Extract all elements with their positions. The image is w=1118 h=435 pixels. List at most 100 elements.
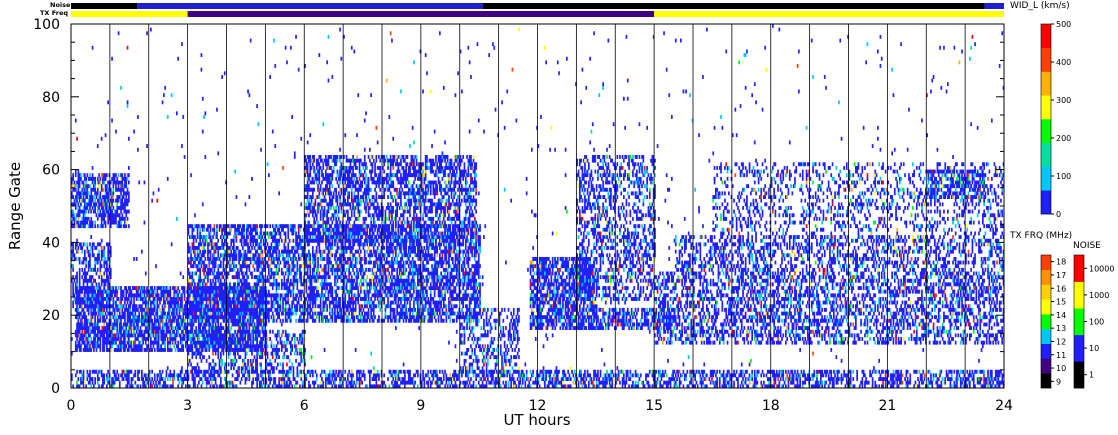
scatter-point [76, 304, 78, 309]
scatter-point [367, 246, 370, 250]
scatter-point [354, 304, 357, 309]
scatter-point [369, 257, 371, 261]
scatter-point [216, 235, 218, 239]
scatter-point [279, 297, 282, 301]
scatter-point [353, 253, 356, 258]
scatter-point [98, 326, 100, 330]
scatter-point [90, 216, 93, 221]
scatter-point [220, 260, 222, 265]
scatter-point [163, 307, 165, 312]
scatter-point [270, 315, 273, 320]
scatter-point [81, 275, 84, 280]
scatter-point [190, 311, 192, 316]
scatter-point [334, 311, 336, 316]
scatter-point [153, 286, 156, 290]
scatter-point [340, 311, 343, 316]
scatter-point [288, 253, 291, 258]
scatter-point [112, 206, 115, 210]
scatter-point [139, 340, 142, 345]
scatter-point [195, 271, 198, 276]
scatter-point [220, 224, 222, 229]
scatter-point [86, 271, 89, 276]
scatter-point [314, 257, 317, 261]
scatter-point [203, 333, 205, 338]
scatter-point [152, 333, 155, 338]
scatter-point [141, 348, 143, 352]
scatter-point [235, 235, 238, 239]
scatter-point [103, 286, 106, 290]
scatter-point [331, 289, 334, 294]
scatter-point [117, 304, 120, 309]
scatter-point [194, 282, 196, 287]
scatter-point [89, 242, 91, 247]
scatter-point [245, 348, 248, 352]
scatter-point [164, 337, 166, 341]
scatter-point [327, 253, 330, 258]
scatter-point [152, 311, 155, 316]
scatter-point [360, 238, 362, 243]
scatter-point [93, 286, 95, 290]
scatter-point [356, 257, 358, 261]
scatter-point [236, 246, 239, 250]
scatter-point [178, 289, 181, 294]
scatter-point [229, 315, 231, 320]
scatter-point [372, 307, 375, 312]
scatter-point [288, 304, 291, 309]
scatter-point [176, 333, 178, 338]
scatter-point [89, 260, 91, 265]
scatter-point [103, 264, 106, 269]
scatter-point [182, 344, 185, 349]
scatter-point [358, 282, 361, 287]
scatter-point [106, 202, 108, 207]
scatter-point [251, 231, 253, 236]
scatter-point [207, 227, 209, 232]
scatter-point [196, 227, 199, 232]
scatter-point [74, 187, 77, 192]
scatter-point [141, 304, 143, 309]
scatter-point [177, 286, 179, 290]
scatter-point [229, 260, 231, 265]
scatter-point [217, 304, 220, 309]
scatter-point [242, 315, 244, 320]
scatter-point [255, 253, 257, 258]
scatter-point [196, 315, 199, 320]
scatter-point [360, 231, 362, 236]
scatter-point [236, 278, 239, 283]
scatter-point [277, 271, 279, 276]
scatter-point [222, 246, 225, 250]
scatter-point [141, 311, 143, 316]
scatter-point [74, 206, 77, 210]
scatter-point [287, 227, 290, 232]
scatter-point [81, 318, 84, 323]
scatter-point [238, 227, 240, 232]
scatter-point [258, 253, 261, 258]
scatter-point [102, 311, 104, 316]
scatter-point [337, 246, 340, 250]
scatter-point [367, 315, 370, 320]
scatter-point [183, 289, 186, 294]
scatter-point [269, 249, 271, 254]
scatter-point [81, 329, 84, 334]
scatter-point [72, 176, 74, 181]
scatter-point [100, 304, 103, 309]
scatter-point [278, 264, 280, 269]
scatter-point [80, 173, 82, 178]
scatter-point [369, 289, 371, 294]
scatter-point [115, 315, 117, 320]
scatter-point [287, 275, 290, 280]
scatter-point [72, 195, 74, 199]
scatter-point [248, 329, 251, 334]
scatter-point [360, 278, 362, 283]
scatter-point [279, 260, 282, 265]
scatter-point [244, 286, 247, 290]
scatter-point [248, 326, 251, 330]
scatter-point [81, 267, 84, 272]
scatter-point [104, 213, 107, 218]
scatter-point [163, 326, 165, 330]
scatter-point [125, 304, 128, 309]
scatter-point [107, 253, 109, 258]
scatter-point [107, 275, 109, 280]
scatter-point [238, 271, 240, 276]
scatter-point [278, 282, 280, 287]
scatter-point [273, 275, 275, 280]
